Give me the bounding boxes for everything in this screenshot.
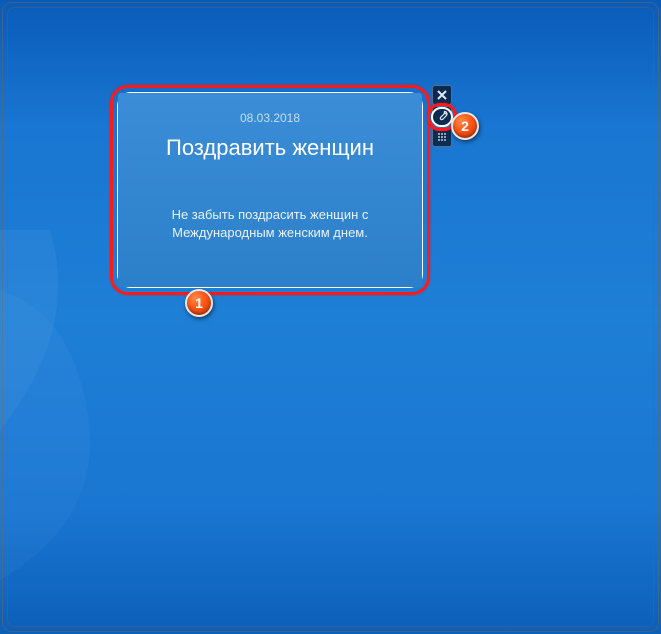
close-button[interactable] [432, 85, 452, 105]
reminder-description: Не забыть поздрасить женщин с Международ… [138, 206, 402, 242]
close-icon [436, 89, 448, 101]
drag-handle[interactable] [432, 127, 452, 147]
reminder-gadget[interactable]: 08.03.2018 Поздравить женщин Не забыть п… [110, 85, 430, 295]
settings-button[interactable] [432, 106, 452, 126]
wrench-icon [436, 110, 448, 122]
grip-icon [438, 133, 446, 141]
reminder-date: 08.03.2018 [240, 111, 300, 125]
reminder-title: Поздравить женщин [166, 135, 374, 161]
gadget-content-area: 08.03.2018 Поздравить женщин Не забыть п… [118, 93, 422, 287]
annotation-marker-2: 2 [451, 112, 479, 140]
annotation-marker-1: 1 [185, 289, 213, 317]
gadget-control-panel [432, 85, 454, 147]
